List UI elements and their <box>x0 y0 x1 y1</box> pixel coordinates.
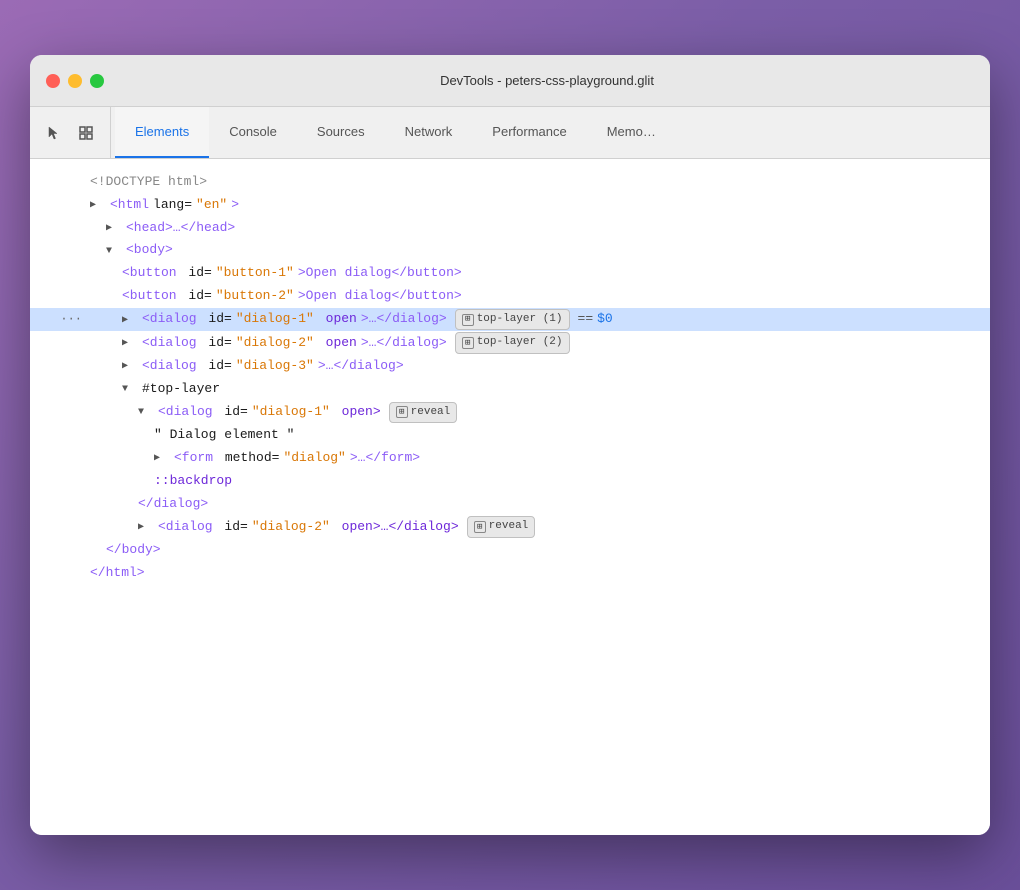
dom-line-dialog1[interactable]: ··· ▶ <dialog id= "dialog-1" open >…</di… <box>30 308 990 332</box>
expand-icon[interactable]: ▼ <box>138 405 152 419</box>
reveal-icon: ⊞ <box>474 521 486 533</box>
toolbar-icons <box>38 107 111 158</box>
expand-icon[interactable]: ▼ <box>122 382 136 396</box>
close-button[interactable] <box>46 74 60 88</box>
line-content: ▶ <html lang= "en" > <box>90 195 239 216</box>
tab-performance[interactable]: Performance <box>472 107 586 158</box>
dom-line-form[interactable]: ▶ <form method= "dialog" >…</form> <box>30 447 990 470</box>
dom-line-close-dialog[interactable]: </dialog> <box>30 493 990 516</box>
line-content: ▶ <head>…</head> <box>90 218 235 239</box>
line-content: <button id= "button-2" >Open dialog</but… <box>90 286 462 307</box>
line-content: ▶ <dialog id= "dialog-1" open >…</dialog… <box>90 309 613 331</box>
traffic-lights <box>46 74 104 88</box>
tab-network[interactable]: Network <box>385 107 473 158</box>
dom-line-close-body[interactable]: </body> <box>30 539 990 562</box>
dom-line-body[interactable]: ▼ <body> <box>30 239 990 262</box>
tab-bar: Elements Console Sources Network Perform… <box>30 107 990 159</box>
expand-icon[interactable]: ▶ <box>106 221 120 235</box>
line-content: ▶ <dialog id= "dialog-2" open >…</dialog… <box>90 332 570 354</box>
equals-sign: == <box>578 309 594 330</box>
top-layer-icon: ⊞ <box>462 314 474 326</box>
tab-elements[interactable]: Elements <box>115 107 209 158</box>
line-content: " Dialog element " <box>90 425 294 446</box>
expand-icon[interactable]: ▶ <box>122 359 136 373</box>
dom-line-button1[interactable]: <button id= "button-1" >Open dialog</but… <box>30 262 990 285</box>
line-content: </body> <box>90 540 161 561</box>
line-content: ▶ <dialog id= "dialog-3" >…</dialog> <box>90 356 404 377</box>
expand-icon[interactable]: ▶ <box>122 313 136 327</box>
doctype-text: <!DOCTYPE html> <box>90 172 207 193</box>
elements-panel: <!DOCTYPE html> ▶ <html lang= "en" > ▶ <… <box>30 159 990 835</box>
expand-icon[interactable]: ▼ <box>106 244 120 258</box>
minimize-button[interactable] <box>68 74 82 88</box>
dom-line-dialog3[interactable]: ▶ <dialog id= "dialog-3" >…</dialog> <box>30 355 990 378</box>
top-layer-icon: ⊞ <box>462 337 474 349</box>
line-content: ▶ <form method= "dialog" >…</form> <box>90 448 420 469</box>
top-layer-badge-2[interactable]: ⊞ top-layer (2) <box>455 332 570 354</box>
expand-icon[interactable]: ▶ <box>122 336 136 350</box>
dom-line-head[interactable]: ▶ <head>…</head> <box>30 217 990 240</box>
reveal-icon: ⊞ <box>396 406 408 418</box>
expand-icon[interactable]: ▶ <box>154 451 168 465</box>
window-title: DevTools - peters-css-playground.glit <box>120 73 974 88</box>
line-content: <button id= "button-1" >Open dialog</but… <box>90 263 462 284</box>
tab-console[interactable]: Console <box>209 107 297 158</box>
line-content: ▶ <dialog id= "dialog-2" open>…</dialog>… <box>90 516 535 538</box>
dom-line-button2[interactable]: <button id= "button-2" >Open dialog</but… <box>30 285 990 308</box>
dom-line-backdrop[interactable]: ::backdrop <box>30 470 990 493</box>
tab-sources[interactable]: Sources <box>297 107 385 158</box>
reveal-badge-2[interactable]: ⊞ reveal <box>467 516 536 538</box>
maximize-button[interactable] <box>90 74 104 88</box>
line-content: </dialog> <box>90 494 208 515</box>
top-layer-badge-1[interactable]: ⊞ top-layer (1) <box>455 309 570 331</box>
line-content: <!DOCTYPE html> <box>90 172 207 193</box>
dom-line-toplayer-dialog2[interactable]: ▶ <dialog id= "dialog-2" open>…</dialog>… <box>30 515 990 539</box>
line-content: ▼ <dialog id= "dialog-1" open> ⊞ reveal <box>90 402 457 424</box>
line-content: ▼ #top-layer <box>90 379 220 400</box>
dom-line-dialog-text[interactable]: " Dialog element " <box>30 424 990 447</box>
tab-memory[interactable]: Memo… <box>587 107 676 158</box>
line-content: ▼ <body> <box>90 240 173 261</box>
line-content: ::backdrop <box>90 471 232 492</box>
line-gutter: ··· <box>30 310 90 329</box>
expand-icon[interactable]: ▶ <box>90 198 104 212</box>
dom-line-doctype[interactable]: <!DOCTYPE html> <box>30 171 990 194</box>
devtools-window: DevTools - peters-css-playground.glit El… <box>30 55 990 835</box>
dom-line-dialog2[interactable]: ▶ <dialog id= "dialog-2" open >…</dialog… <box>30 331 990 355</box>
inspect-icon[interactable] <box>74 121 98 145</box>
reveal-badge-1[interactable]: ⊞ reveal <box>389 402 458 424</box>
dom-line-toplayer[interactable]: ▼ #top-layer <box>30 378 990 401</box>
line-content: </html> <box>90 563 145 584</box>
expand-icon[interactable]: ▶ <box>138 520 152 534</box>
dom-line-toplayer-dialog1[interactable]: ▼ <dialog id= "dialog-1" open> ⊞ reveal <box>30 401 990 425</box>
dom-line-close-html[interactable]: </html> <box>30 562 990 585</box>
more-options-button[interactable]: ··· <box>60 310 82 329</box>
title-bar: DevTools - peters-css-playground.glit <box>30 55 990 107</box>
dollar-zero: $0 <box>597 309 613 330</box>
cursor-icon[interactable] <box>42 121 66 145</box>
dom-line-html[interactable]: ▶ <html lang= "en" > <box>30 194 990 217</box>
